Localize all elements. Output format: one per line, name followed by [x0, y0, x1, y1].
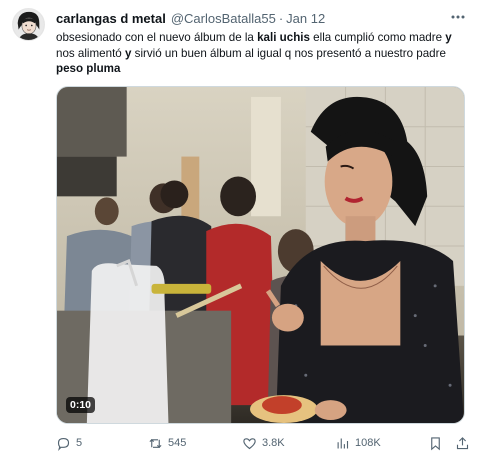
- bar-chart-icon: [337, 438, 349, 448]
- share-button[interactable]: [455, 433, 470, 453]
- heart-icon: [243, 437, 256, 449]
- like-button[interactable]: 3.8K: [242, 433, 285, 453]
- tweet-text-segment: nos alimentó: [56, 46, 125, 60]
- tweet-text-segment: ella cumplió como madre: [309, 31, 446, 44]
- user-handle[interactable]: @CarlosBatalla55: [171, 11, 276, 26]
- bookmark-button[interactable]: [428, 433, 443, 453]
- retweet-count: 545: [168, 437, 187, 449]
- tweet-text-segment: sirvió un buen álbum al igual q nos pres…: [131, 46, 446, 60]
- video-frame: [57, 87, 464, 423]
- reply-bubble-icon: [57, 437, 70, 451]
- like-count: 3.8K: [262, 437, 285, 449]
- separator-dot: ·: [278, 10, 284, 26]
- share-upload-icon: [456, 436, 469, 449]
- retweet-arrows-icon: [149, 438, 162, 448]
- tweet-text-bold: peso pluma: [56, 62, 121, 75]
- timestamp[interactable]: Jan 12: [286, 11, 325, 26]
- more-options-button[interactable]: [446, 6, 470, 28]
- reply-button[interactable]: 5: [56, 433, 82, 453]
- tweet-header: carlangas d metal @CarlosBatalla55 · Jan…: [56, 9, 325, 27]
- tweet-text-bold: kali uchis: [257, 31, 310, 44]
- video-player[interactable]: 0:10: [56, 86, 465, 424]
- views-button[interactable]: 108K: [335, 433, 381, 453]
- tweet-text: obsesionado con el nuevo álbum de la kal…: [56, 30, 472, 77]
- avatar-image: [13, 9, 44, 40]
- reply-count: 5: [76, 437, 83, 449]
- tweet-text-bold: y: [445, 31, 452, 44]
- avatar[interactable]: [12, 8, 45, 41]
- video-duration-badge: 0:10: [66, 397, 96, 413]
- tweet-card[interactable]: carlangas d metal @CarlosBatalla55 · Jan…: [0, 0, 480, 464]
- tweet-text-segment: obsesionado con el nuevo álbum de la: [56, 31, 258, 44]
- view-count: 108K: [355, 437, 381, 449]
- display-name[interactable]: carlangas d metal: [56, 11, 166, 26]
- tweet-action-bar: 5 545 3.8K 108K: [56, 433, 470, 453]
- retweet-button[interactable]: 545: [148, 433, 186, 453]
- more-dots-icon: [451, 15, 465, 19]
- bookmark-icon: [431, 436, 440, 450]
